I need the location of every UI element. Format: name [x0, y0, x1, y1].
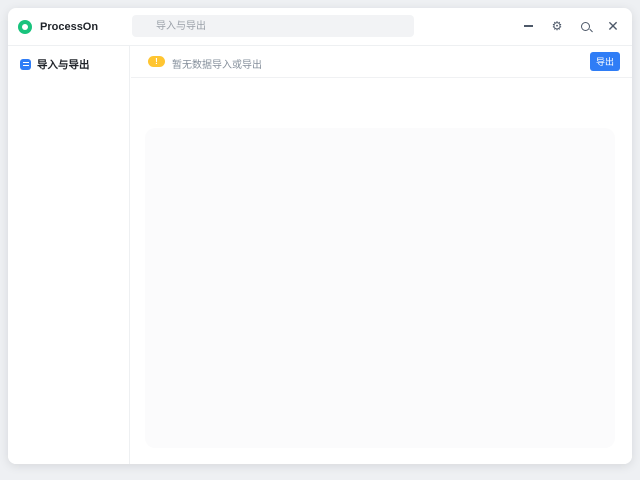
- warning-badge: !: [148, 56, 165, 67]
- close-icon: ✕: [607, 17, 619, 34]
- list-icon: [20, 58, 31, 70]
- close-button[interactable]: ✕: [605, 18, 621, 34]
- search-input[interactable]: [132, 15, 414, 37]
- brand: ProcessOn: [18, 18, 98, 36]
- title-bar: ProcessOn ⚙ ✕: [8, 8, 632, 46]
- empty-panel: [145, 128, 615, 448]
- processon-logo-icon: [18, 20, 32, 34]
- sidebar-item-label: 导入与导出: [37, 58, 90, 71]
- sidebar-item-import-export[interactable]: 导入与导出: [14, 54, 124, 74]
- notice-text: 暂无数据导入或导出: [172, 60, 262, 71]
- settings-button[interactable]: ⚙: [549, 18, 565, 34]
- app-name: ProcessOn: [40, 21, 99, 33]
- sidebar: 导入与导出: [8, 46, 130, 464]
- notice-bar: ! 暂无数据导入或导出 导出: [131, 46, 632, 78]
- magnifier-icon: [580, 21, 590, 31]
- minimize-button[interactable]: [520, 18, 536, 34]
- minimize-icon: [523, 25, 533, 27]
- content-area: [131, 78, 632, 464]
- export-button[interactable]: 导出: [590, 52, 620, 71]
- global-search-button[interactable]: [577, 18, 593, 34]
- app-window: ProcessOn ⚙ ✕ 导入与导出 ! 暂无数据导入或导出 导出: [8, 8, 632, 464]
- gear-icon: ⚙: [551, 19, 563, 33]
